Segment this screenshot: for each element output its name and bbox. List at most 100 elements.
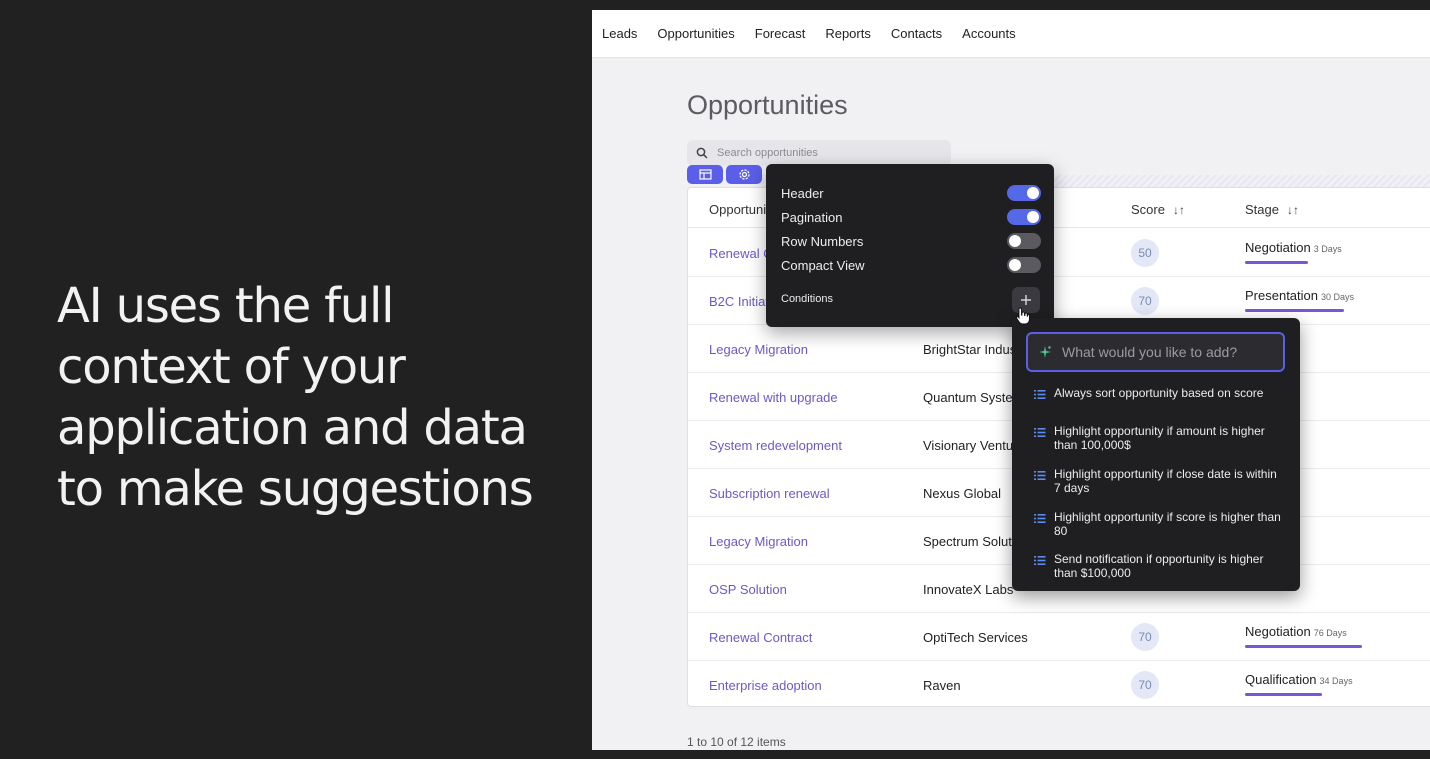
setting-label: Compact View — [781, 257, 865, 273]
nav-item-forecast[interactable]: Forecast — [755, 26, 806, 41]
nav-item-accounts[interactable]: Accounts — [962, 26, 1015, 41]
search-input[interactable] — [717, 147, 937, 159]
toggle-knob — [1027, 211, 1039, 223]
column-header-label: Score — [1131, 202, 1165, 217]
hero-headline: AI uses the full context of your applica… — [57, 278, 534, 517]
stage-duration: 34 Days — [1319, 676, 1353, 686]
table-icon — [698, 169, 712, 180]
opportunity-link[interactable]: Renewal Contract — [709, 630, 812, 645]
opportunity-link[interactable]: Renewal C — [709, 246, 773, 261]
suggestion-item[interactable]: Highlight opportunity if close date is w… — [1034, 467, 1284, 495]
opportunity-link[interactable]: Enterprise adoption — [709, 678, 822, 693]
suggestion-text: Highlight opportunity if close date is w… — [1054, 467, 1277, 495]
table-settings-popover: Header Pagination Row Numbers Compact Vi… — [766, 164, 1054, 327]
account-name: Quantum Syste — [923, 390, 1013, 405]
column-header-label: Stage — [1245, 202, 1279, 217]
setting-row-numbers: Row Numbers — [781, 231, 1041, 251]
opportunity-link[interactable]: Legacy Migration — [709, 342, 808, 357]
ai-prompt-input[interactable] — [1062, 344, 1272, 360]
suggestion-item[interactable]: Send notification if opportunity is high… — [1034, 552, 1284, 580]
list-icon — [1034, 511, 1054, 529]
search-icon — [687, 147, 717, 159]
column-header-score[interactable]: Score ↓↑ — [1131, 202, 1185, 217]
column-header-label: Opportunit — [709, 202, 770, 217]
column-header-stage[interactable]: Stage ↓↑ — [1245, 202, 1299, 217]
ai-suggestions-popover: Always sort opportunity based on score Hi… — [1012, 318, 1300, 591]
opportunity-link[interactable]: OSP Solution — [709, 582, 787, 597]
toggle-knob — [1009, 259, 1021, 271]
stage-duration: 3 Days — [1313, 244, 1342, 254]
table-row[interactable]: Enterprise adoption Raven 70 Qualification 3… — [688, 661, 1430, 709]
score-badge: 70 — [1131, 623, 1159, 651]
account-name: Visionary Ventu — [923, 438, 1014, 453]
stage-name: Presentation — [1245, 288, 1318, 303]
compact-view-toggle[interactable] — [1007, 257, 1041, 273]
sort-icon[interactable]: ↓↑ — [1173, 203, 1185, 217]
account-name: Raven — [923, 678, 961, 693]
list-icon — [1034, 553, 1054, 571]
opportunity-link[interactable]: Renewal with upgrade — [709, 390, 838, 405]
setting-label: Pagination — [781, 209, 843, 225]
opportunity-link[interactable]: System redevelopment — [709, 438, 842, 453]
header-toggle[interactable] — [1007, 185, 1041, 201]
nav-item-contacts[interactable]: Contacts — [891, 26, 942, 41]
pagination-summary: 1 to 10 of 12 items — [687, 735, 786, 749]
suggestion-text: Highlight opportunity if amount is highe… — [1054, 424, 1265, 452]
row-numbers-toggle[interactable] — [1007, 233, 1041, 249]
stage-progress-bar — [1245, 645, 1362, 648]
toggle-knob — [1009, 235, 1021, 247]
column-header-opportunity[interactable]: Opportunit — [709, 202, 770, 217]
suggestion-item[interactable]: Highlight opportunity if score is higher… — [1034, 510, 1284, 538]
app-window: Leads Opportunities Forecast Reports Con… — [592, 10, 1430, 750]
opportunity-link[interactable]: Subscription renewal — [709, 486, 830, 501]
stage-name: Qualification — [1245, 672, 1317, 687]
conditions-label: Conditions — [781, 293, 833, 305]
opportunity-link[interactable]: B2C Initiat — [709, 294, 769, 309]
setting-pagination: Pagination — [781, 207, 1041, 227]
ai-prompt-box — [1026, 332, 1285, 372]
stage-duration: 30 Days — [1321, 292, 1355, 302]
stage-name: Negotiation — [1245, 240, 1311, 255]
stage-progress-bar — [1245, 309, 1344, 312]
suggestion-item[interactable]: Highlight opportunity if amount is highe… — [1034, 424, 1284, 452]
suggestion-text: Always sort opportunity based on score — [1054, 386, 1264, 400]
list-icon — [1034, 425, 1054, 443]
table-layout-button[interactable] — [687, 165, 723, 184]
score-badge: 70 — [1131, 671, 1159, 699]
score-badge: 70 — [1131, 287, 1159, 315]
search-box — [687, 140, 951, 166]
gear-icon — [738, 169, 750, 180]
stage-progress-bar — [1245, 693, 1322, 696]
plus-icon — [1021, 295, 1031, 305]
stage-label: Qualification 34 Days — [1245, 672, 1353, 687]
page-title: Opportunities — [687, 90, 848, 120]
stage-progress-bar — [1245, 261, 1308, 264]
account-name: OptiTech Services — [923, 630, 1028, 645]
account-name: BrightStar Indus — [923, 342, 1017, 357]
setting-label: Row Numbers — [781, 233, 864, 249]
list-icon — [1034, 468, 1054, 486]
setting-compact-view: Compact View — [781, 255, 1041, 275]
account-name: Spectrum Soluti — [923, 534, 1015, 549]
stage-label: Presentation 30 Days — [1245, 288, 1354, 303]
opportunity-link[interactable]: Legacy Migration — [709, 534, 808, 549]
suggestion-text: Highlight opportunity if score is higher… — [1054, 510, 1281, 538]
stage-label: Negotiation 76 Days — [1245, 624, 1347, 639]
suggestion-item[interactable]: Always sort opportunity based on score — [1034, 386, 1284, 405]
account-name: InnovateX Labs — [923, 582, 1014, 597]
pagination-toggle[interactable] — [1007, 209, 1041, 225]
stage-name: Negotiation — [1245, 624, 1311, 639]
sort-icon[interactable]: ↓↑ — [1287, 203, 1299, 217]
table-row[interactable]: Renewal Contract OptiTech Services 70 Negot… — [688, 613, 1430, 661]
list-icon — [1034, 387, 1054, 405]
hand-cursor-icon — [1016, 307, 1030, 325]
stage-duration: 76 Days — [1313, 628, 1347, 638]
table-settings-button[interactable] — [726, 165, 762, 184]
nav-item-opportunities[interactable]: Opportunities — [657, 26, 734, 41]
nav-item-leads[interactable]: Leads — [602, 26, 637, 41]
score-badge: 50 — [1131, 239, 1159, 267]
suggestion-text: Send notification if opportunity is high… — [1054, 552, 1264, 580]
account-name: Nexus Global — [923, 486, 1002, 501]
nav-item-reports[interactable]: Reports — [825, 26, 871, 41]
setting-label: Header — [781, 185, 824, 201]
